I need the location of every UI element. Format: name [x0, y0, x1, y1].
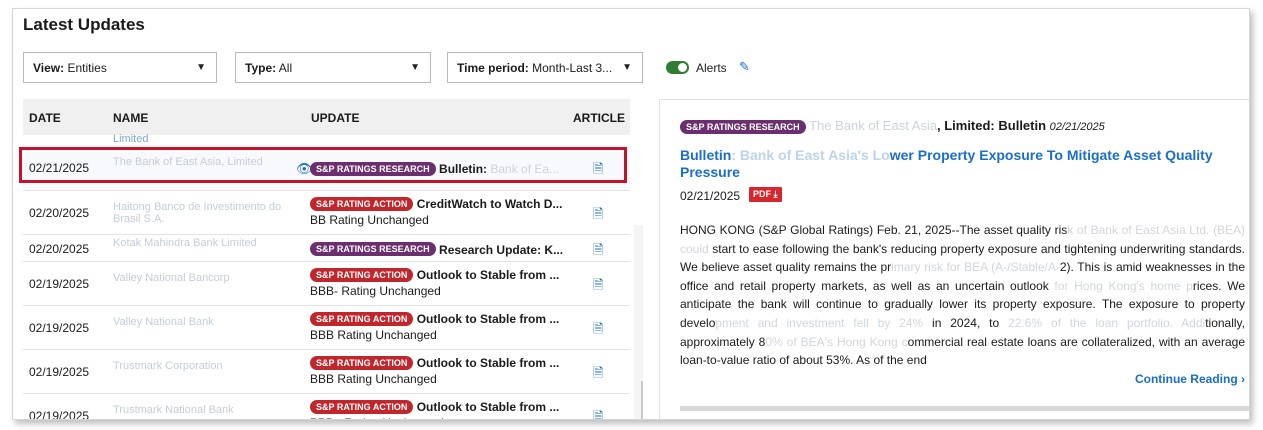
- table-row[interactable]: 02/19/2025 Trustmark National Bank S&P RAT…: [23, 394, 630, 420]
- article-header-date: 02/21/2025: [1049, 121, 1105, 133]
- row-update-title: CreditWatch to Watch D...: [416, 196, 563, 211]
- row-update[interactable]: S&P RATINGS RESEARCH Research Update: K.…: [310, 242, 575, 257]
- row-name[interactable]: Limited: [113, 133, 298, 145]
- article-title-part: Bulletin: [680, 147, 732, 163]
- type-label: Type:: [245, 61, 277, 75]
- table-row[interactable]: 02/20/2025 Haitong Banco de Investimento …: [23, 191, 630, 235]
- row-name[interactable]: Valley National Bank: [113, 316, 298, 328]
- row-date: 02/19/2025: [29, 321, 90, 335]
- row-date: 02/19/2025: [29, 409, 90, 420]
- type-dropdown[interactable]: Type: All ▼: [235, 52, 431, 83]
- document-icon[interactable]: 🗎: [593, 205, 603, 227]
- table-header: DATE NAME UPDATE ARTICLE: [23, 99, 630, 135]
- row-update-sub: BBB- Rating Unchanged: [310, 283, 441, 298]
- row-date: 02/19/2025: [29, 365, 90, 379]
- continue-label: Continue Reading: [1134, 372, 1238, 386]
- toggle-knob: [678, 63, 687, 72]
- article-body-text: 0% of BEA's Hong Kong c: [765, 334, 908, 349]
- continue-reading-link[interactable]: Continue Reading ›: [1135, 372, 1245, 386]
- pdf-label: PDF: [753, 189, 771, 199]
- row-update[interactable]: S&P RATING ACTION Outlook to Stable from…: [310, 355, 575, 386]
- document-icon[interactable]: 🗎: [593, 241, 603, 263]
- chevron-down-icon: ▼: [196, 62, 206, 73]
- row-update-title: Outlook to Stable from ...: [416, 267, 560, 282]
- article-title-ghost: : Bank of East Asia's Lo: [731, 147, 890, 163]
- col-name[interactable]: NAME: [113, 111, 148, 125]
- view-label: View:: [33, 61, 65, 75]
- row-update-sub: BBB+ Rating Unchanged: [310, 416, 575, 419]
- view-dropdown[interactable]: View: Entities ▼: [23, 52, 217, 83]
- article-body-text: in 2024, to: [932, 315, 1009, 330]
- row-update-title: Outlook to Stable from ...: [416, 355, 560, 370]
- time-value: Month-Last 3...: [532, 61, 613, 75]
- row-update-sub: BBB Rating Unchanged: [310, 371, 437, 386]
- row-name[interactable]: Valley National Bancorp: [113, 272, 298, 284]
- download-icon: ⤓: [773, 189, 778, 199]
- article-body-text: 22.6% of the loan portfolio. Addi: [1008, 315, 1206, 330]
- row-date: 02/20/2025: [29, 206, 90, 220]
- row-badge: S&P RATING ACTION: [310, 196, 414, 211]
- latest-updates-widget: Latest Updates View: Entities ▼ Type: Al…: [12, 8, 1250, 420]
- row-update-title: Outlook to Stable from ...: [416, 399, 560, 414]
- time-period-dropdown[interactable]: Time period: Month-Last 3... ▼: [447, 52, 643, 83]
- article-date: 02/21/2025: [680, 189, 741, 203]
- pdf-download-button[interactable]: PDF ⤓: [749, 187, 782, 202]
- row-name[interactable]: Trustmark National Bank: [113, 404, 298, 416]
- article-title-link[interactable]: Bulletin: Bank of East Asia's Lower Prop…: [680, 147, 1240, 181]
- table-row[interactable]: 02/19/2025 Trustmark Corporation S&P RATIN…: [23, 350, 630, 394]
- chevron-right-icon: ›: [1241, 372, 1245, 386]
- page-title: Latest Updates: [23, 15, 145, 34]
- article-body-text: HONG KONG (S&P Global Ratings) Feb. 21, …: [680, 223, 1068, 237]
- row-update[interactable]: S&P RATING ACTION Outlook to Stable from…: [310, 399, 575, 419]
- selected-row-highlight: [19, 147, 627, 183]
- document-icon[interactable]: 🗎: [593, 364, 603, 386]
- row-name[interactable]: Haitong Banco de Investimento do Brasil …: [113, 201, 298, 225]
- row-update-title: Outlook to Stable from ...: [416, 311, 560, 326]
- article-entity: , Limited: Bulletin: [936, 118, 1047, 133]
- col-article[interactable]: ARTICLE: [573, 111, 625, 125]
- row-update[interactable]: S&P RATING ACTION CreditWatch to Watch D…: [310, 196, 575, 227]
- row-update-sub: BBB Rating Unchanged: [310, 327, 437, 342]
- view-value: Entities: [67, 61, 107, 75]
- row-date: 02/20/2025: [29, 241, 90, 256]
- row-badge: S&P RATING ACTION: [310, 355, 414, 370]
- row-name[interactable]: Kotak Mahindra Bank Limited: [113, 237, 298, 249]
- article-preview-panel: S&P RATINGS RESEARCH The Bank of East As…: [659, 99, 1249, 419]
- article-body-text: for Hong Kong's home p: [1048, 278, 1193, 293]
- document-icon[interactable]: 🗎: [593, 408, 603, 419]
- type-value: All: [278, 61, 293, 75]
- row-date: 02/19/2025: [29, 277, 90, 291]
- row-badge: S&P RATING ACTION: [310, 267, 414, 282]
- table-row[interactable]: 02/19/2025 Valley National Bancorp S&P RAT…: [23, 262, 630, 306]
- row-update[interactable]: S&P RATING ACTION Outlook to Stable from…: [310, 267, 575, 298]
- time-label: Time period:: [457, 61, 529, 75]
- row-update-title: Research Update: K...: [439, 242, 564, 257]
- table-row[interactable]: 02/20/2025 Kotak Mahindra Bank Limited S&P…: [23, 235, 630, 262]
- chevron-down-icon: ▼: [622, 62, 632, 73]
- document-icon[interactable]: 🗎: [593, 276, 603, 298]
- alerts-toggle[interactable]: [666, 61, 689, 74]
- article-body-text: pment and investment fell by 24%: [715, 315, 933, 330]
- article-entity-ghost: The Bank of East Asia: [809, 118, 937, 133]
- col-update[interactable]: UPDATE: [311, 111, 359, 125]
- alerts-label: Alerts: [696, 61, 727, 75]
- row-update[interactable]: S&P RATING ACTION Outlook to Stable from…: [310, 311, 575, 342]
- article-body-text: imary risk for BEA (A-/Stable/A-: [891, 260, 1060, 275]
- row-badge: S&P RATINGS RESEARCH: [310, 242, 436, 257]
- row-badge: S&P RATING ACTION: [310, 399, 414, 414]
- article-body: HONG KONG (S&P Global Ratings) Feb. 21, …: [680, 221, 1245, 370]
- table-row[interactable]: 02/19/2025 Valley National Bank S&P RATING…: [23, 306, 630, 350]
- horizontal-scrollbar[interactable]: [680, 406, 1249, 411]
- article-badge: S&P RATINGS RESEARCH: [680, 119, 806, 134]
- row-update-sub: BB Rating Unchanged: [310, 212, 429, 227]
- row-name[interactable]: Trustmark Corporation: [113, 360, 298, 372]
- edit-pencil-icon[interactable]: ✎: [739, 59, 750, 75]
- document-icon[interactable]: 🗎: [593, 320, 603, 342]
- article-header: S&P RATINGS RESEARCH The Bank of East As…: [680, 118, 1105, 134]
- chevron-down-icon: ▼: [410, 62, 420, 73]
- scrollbar-thumb[interactable]: [641, 381, 643, 419]
- col-date[interactable]: DATE: [29, 111, 61, 125]
- table-row-partial: Limited: [23, 133, 630, 145]
- row-badge: S&P RATING ACTION: [310, 311, 414, 326]
